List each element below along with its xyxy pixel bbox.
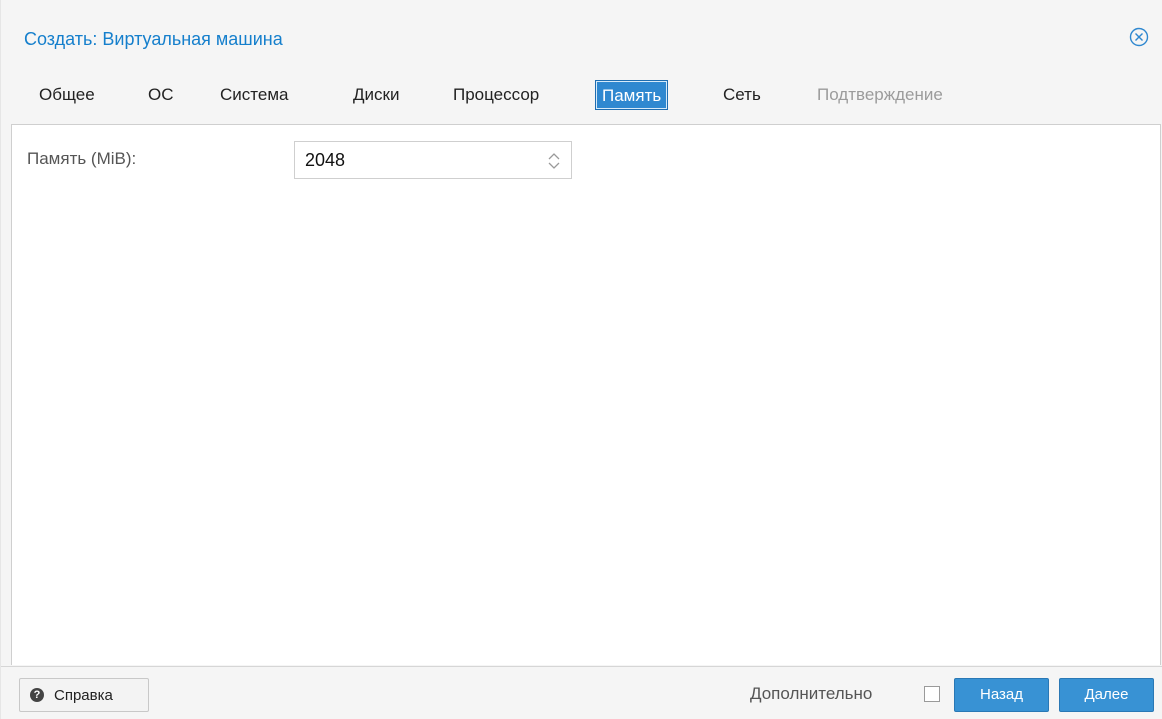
memory-value[interactable]: 2048: [305, 150, 345, 171]
tab-general[interactable]: Общее: [33, 80, 101, 110]
help-button-label: Справка: [54, 687, 113, 704]
tab-system[interactable]: Система: [214, 80, 294, 110]
question-circle-icon: ?: [30, 688, 44, 702]
help-button[interactable]: ? Справка: [19, 678, 149, 712]
tab-cpu[interactable]: Процессор: [447, 80, 545, 110]
tab-network[interactable]: Сеть: [717, 80, 767, 110]
dialog-title: Создать: Виртуальная машина: [24, 29, 283, 49]
tab-confirm: Подтверждение: [817, 85, 943, 104]
next-button[interactable]: Далее: [1059, 678, 1154, 712]
dialog-titlebar: Создать: Виртуальная машина: [1, 0, 1162, 72]
dialog-footer: ? Справка Дополнительно Назад Далее: [1, 666, 1162, 719]
back-button[interactable]: Назад: [954, 678, 1049, 712]
tab-disks[interactable]: Диски: [347, 80, 405, 110]
tab-memory[interactable]: Память: [595, 80, 669, 110]
memory-panel: Память (MiB): 2048: [11, 124, 1161, 665]
advanced-checkbox[interactable]: [924, 686, 940, 702]
tab-os[interactable]: ОС: [142, 80, 180, 110]
memory-label: Память (MiB):: [27, 149, 137, 168]
spinner-updown-icon[interactable]: [547, 151, 561, 171]
memory-input[interactable]: 2048: [294, 141, 572, 179]
close-circle-icon[interactable]: [1129, 27, 1149, 47]
wizard-tabs: Общее ОС Система Диски Процессор Память …: [1, 72, 1162, 122]
advanced-label: Дополнительно: [750, 684, 873, 703]
create-vm-dialog: Создать: Виртуальная машина Общее ОС Сис…: [0, 0, 1162, 719]
